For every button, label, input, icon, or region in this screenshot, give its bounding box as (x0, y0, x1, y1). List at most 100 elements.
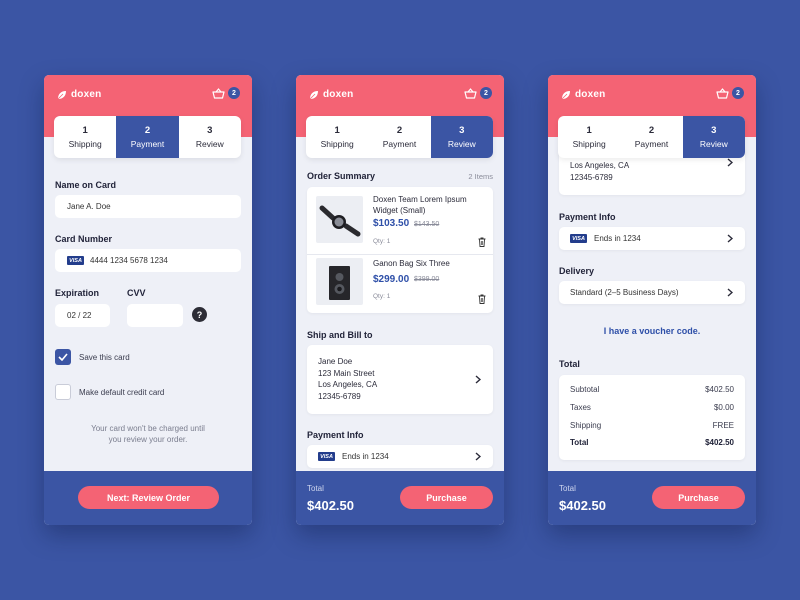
cart-count-badge: 2 (732, 87, 744, 99)
brand-name: doxen (71, 89, 102, 100)
address-line: 12345-6789 (318, 391, 361, 401)
save-card-checkbox[interactable] (55, 349, 71, 365)
delivery-select[interactable]: Standard (2–5 Business Days) (559, 281, 745, 304)
product-price: $299.00 (373, 274, 410, 285)
leaf-icon (561, 90, 570, 99)
leaf-icon (309, 90, 318, 99)
expiration-label: Expiration (55, 288, 100, 298)
step-number: 1 (334, 125, 340, 136)
list-item[interactable]: Ganon Bag Six Three $299.00 $399.00 Qty:… (307, 248, 493, 314)
help-icon[interactable]: ? (192, 307, 207, 322)
payment-info-row[interactable]: VISA Ends in 1234 (559, 227, 745, 250)
address-card[interactable]: Jane Doe 123 Main Street Los Angeles, CA… (307, 345, 493, 414)
logo[interactable]: doxen (561, 89, 605, 100)
name-on-card-field[interactable]: Jane A. Doe (55, 195, 241, 218)
expiration-field[interactable]: 02 / 22 (55, 304, 110, 327)
visa-icon: VISA (570, 234, 587, 243)
step-label: Shipping (68, 139, 102, 149)
step-label: Payment (130, 139, 165, 149)
logo[interactable]: doxen (57, 89, 101, 100)
brand-name: doxen (575, 89, 606, 100)
cart-count-badge: 2 (480, 87, 492, 99)
address-block: Los Angeles, CA 12345-6789 (570, 160, 629, 183)
name-on-card-label: Name on Card (55, 180, 117, 190)
total-value: $402.50 (559, 498, 606, 513)
card-number-field[interactable]: VISA 4444 1234 5678 1234 (55, 249, 241, 272)
trash-icon[interactable] (478, 237, 486, 247)
list-item[interactable]: Doxen Team Lorem Ipsum Widget (Small) $1… (307, 187, 493, 253)
tab-payment[interactable]: 2 Payment (368, 116, 430, 158)
tab-shipping[interactable]: 1 Shipping (54, 116, 116, 158)
totals-card: Subtotal $402.50 Taxes $0.00 Shipping FREE … (559, 375, 745, 460)
step-label: Shipping (572, 139, 606, 149)
step-number: 1 (586, 125, 592, 136)
chevron-right-icon (475, 452, 481, 461)
tab-shipping[interactable]: 1 Shipping (306, 116, 368, 158)
tab-review[interactable]: 3 Review (682, 116, 745, 158)
address-line: 12345-6789 (570, 172, 613, 182)
default-card-label: Make default credit card (79, 388, 165, 397)
shipping-row: Shipping FREE (570, 421, 734, 430)
row-label: Shipping (570, 421, 602, 430)
next-review-order-button[interactable]: Next: Review Order (78, 486, 219, 509)
cart-count-badge: 2 (228, 87, 240, 99)
leaf-icon (57, 90, 66, 99)
row-value: $402.50 (705, 438, 734, 447)
step-label: Review (195, 139, 224, 149)
trash-icon[interactable] (478, 294, 486, 304)
chevron-right-icon (727, 234, 733, 243)
card-number-label: Card Number (55, 234, 113, 244)
tab-payment[interactable]: 2 Payment (116, 116, 179, 158)
basket-icon (464, 87, 477, 99)
product-image-watch (316, 196, 363, 243)
logo[interactable]: doxen (309, 89, 353, 100)
step-label: Review (447, 139, 476, 149)
chevron-right-icon (727, 158, 733, 167)
row-value: FREE (712, 421, 734, 430)
charge-note-line1: Your card won't be charged until (91, 424, 205, 433)
product-name: Ganon Bag Six Three (373, 259, 450, 268)
stepper: 1 Shipping 2 Payment 3 Review (54, 116, 241, 158)
tab-review[interactable]: 3 Review (430, 116, 493, 158)
default-card-checkbox[interactable] (55, 384, 71, 400)
cart-button[interactable]: 2 (212, 87, 240, 99)
voucher-link[interactable]: I have a voucher code. (548, 326, 756, 336)
step-label: Shipping (320, 139, 354, 149)
purchase-button[interactable]: Purchase (400, 486, 493, 509)
tab-payment[interactable]: 2 Payment (620, 116, 682, 158)
row-label: Total (570, 438, 589, 447)
product-qty: Qty: 1 (373, 238, 391, 245)
cvv-field[interactable] (127, 304, 183, 327)
address-line: Jane Doe (318, 357, 353, 366)
step-number: 3 (207, 125, 213, 136)
order-items-card: Doxen Team Lorem Ipsum Widget (Small) $1… (307, 187, 493, 313)
order-summary-title: Order Summary (307, 171, 376, 181)
payment-info-title: Payment Info (559, 212, 616, 222)
taxes-row: Taxes $0.00 (570, 403, 734, 412)
payment-info-row[interactable]: VISA Ends in 1234 (307, 445, 493, 468)
product-image-camera (316, 258, 363, 305)
stepper: 1 Shipping 2 Payment 3 Review (306, 116, 493, 158)
cart-button[interactable]: 2 (716, 87, 744, 99)
tab-review[interactable]: 3 Review (179, 116, 241, 158)
delivery-title: Delivery (559, 266, 595, 276)
cart-button[interactable]: 2 (464, 87, 492, 99)
watch-icon (319, 205, 361, 237)
visa-icon: VISA (318, 452, 335, 461)
checkmark-icon (58, 353, 68, 361)
address-line: Los Angeles, CA (570, 161, 630, 170)
address-line: 123 Main Street (318, 368, 375, 378)
row-label: Subtotal (570, 385, 600, 394)
step-number: 3 (711, 125, 717, 136)
purchase-button[interactable]: Purchase (652, 486, 745, 509)
items-count: 2 Items (468, 172, 493, 181)
total-value: $402.50 (307, 498, 354, 513)
card-number-value: 4444 1234 5678 1234 (90, 256, 168, 265)
address-line: Los Angeles, CA (318, 380, 378, 389)
tab-shipping[interactable]: 1 Shipping (558, 116, 620, 158)
product-old-price: $399.00 (414, 276, 440, 283)
payment-info-title: Payment Info (307, 430, 364, 440)
chevron-right-icon (475, 375, 481, 384)
expiration-value: 02 / 22 (67, 311, 92, 320)
charge-note: Your card won't be charged until you rev… (44, 423, 252, 445)
